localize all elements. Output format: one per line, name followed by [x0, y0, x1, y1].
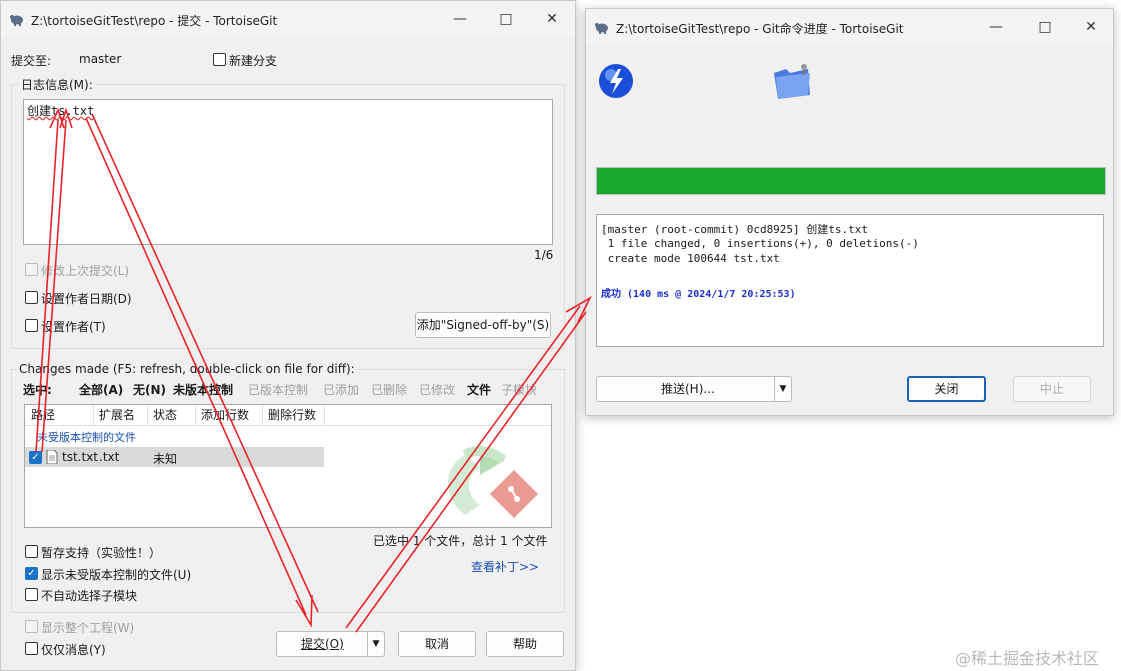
maximize-icon[interactable]: □	[1032, 15, 1058, 39]
column-added-lines[interactable]: 添加行数	[195, 405, 263, 425]
column-extension[interactable]: 扩展名	[93, 405, 148, 425]
globe-icon	[599, 64, 633, 98]
push-button-label: 推送(H)...	[661, 382, 715, 396]
file-row-checkbox[interactable]: ✓	[29, 451, 42, 464]
new-branch-checkbox[interactable]	[213, 53, 226, 66]
log-message-input[interactable]: 创建ts.txt	[23, 99, 553, 245]
file-row-extension: .txt	[99, 450, 120, 464]
close-button[interactable]: 关闭	[907, 376, 986, 402]
abort-button: 中止	[1013, 376, 1091, 402]
branch-name: master	[79, 52, 122, 66]
amend-label: 修改上次提交(L)	[41, 264, 130, 278]
set-author-checkbox[interactable]	[25, 319, 38, 332]
log-message-text: 创建ts.txt	[27, 104, 95, 118]
window-title: Z:\tortoiseGitTest\repo - 提交 - TortoiseG…	[31, 14, 278, 28]
progress-titlebar[interactable]: Z:\tortoiseGitTest\repo - Git命令进度 - Tort…	[586, 9, 1113, 45]
stash-support-checkbox[interactable]	[25, 545, 38, 558]
select-versioned: 已版本控制	[248, 383, 309, 397]
select-all[interactable]: 全部(A)	[79, 381, 123, 398]
commit-split-button[interactable]: 提交(O) ▼	[276, 631, 385, 657]
file-list-header: 路径 扩展名 状态 添加行数 删除行数	[25, 405, 551, 426]
show-unversioned-checkbox[interactable]: ✓	[25, 567, 38, 580]
amend-checkbox	[25, 263, 38, 276]
tortoisegit-watermark-logo	[448, 445, 539, 519]
set-author-date-checkbox[interactable]	[25, 291, 38, 304]
folder-icon	[774, 64, 810, 99]
message-only-checkbox[interactable]	[25, 642, 38, 655]
select-added: 已添加	[323, 383, 360, 397]
file-row[interactable]: ✓ tst.txt .txt 未知	[25, 447, 324, 467]
set-author-label: 设置作者(T)	[41, 320, 106, 334]
column-path[interactable]: 路径	[25, 405, 94, 425]
set-author-date-label: 设置作者日期(D)	[41, 292, 132, 306]
show-unversioned-label: 显示未受版本控制的文件(U)	[41, 568, 192, 582]
new-branch-label: 新建分支	[229, 54, 278, 68]
minimize-icon[interactable]: —	[447, 7, 473, 31]
select-filter-row: 选中: 全部(A) 无(N) 未版本控制 已版本控制 已添加 已删除 已修改 文…	[23, 381, 563, 397]
no-autoselect-submodules-checkbox[interactable]	[25, 588, 38, 601]
select-unversioned[interactable]: 未版本控制	[173, 381, 233, 398]
column-deleted-lines[interactable]: 删除行数	[262, 405, 325, 425]
file-list[interactable]: 路径 扩展名 状态 添加行数 删除行数 未受版本控制的文件 ✓ tst.txt …	[24, 404, 552, 528]
output-line-1: [master (root-commit) 0cd8925] 创建ts.txt	[601, 223, 869, 236]
view-patch-link[interactable]: 查看补丁>>	[471, 558, 539, 575]
tortoisegit-icon	[10, 15, 23, 26]
select-submodules: 子模块	[501, 383, 538, 397]
output-log[interactable]: [master (root-commit) 0cd8925] 创建ts.txt …	[596, 214, 1104, 347]
close-icon[interactable]: ✕	[1078, 15, 1104, 39]
file-row-status: 未知	[153, 452, 178, 466]
stash-support-label: 暂存支持（实验性！）	[41, 546, 162, 560]
select-label: 选中:	[23, 383, 52, 397]
commit-button-label: 提交(O)	[301, 637, 344, 651]
commit-titlebar[interactable]: Z:\tortoiseGitTest\repo - 提交 - TortoiseG…	[1, 1, 575, 37]
chevron-down-icon[interactable]: ▼	[774, 377, 791, 401]
progress-bar-fill	[597, 168, 1105, 194]
select-none[interactable]: 无(N)	[133, 381, 166, 398]
window-title: Z:\tortoiseGitTest\repo - Git命令进度 - Tort…	[616, 22, 904, 36]
show-whole-project-label: 显示整个工程(W)	[41, 621, 135, 635]
success-line: 成功 (140 ms @ 2024/1/7 20:25:53)	[601, 289, 796, 300]
maximize-icon[interactable]: □	[493, 7, 519, 31]
commit-to-label: 提交至:	[11, 54, 52, 68]
select-modified: 已修改	[419, 383, 456, 397]
select-deleted: 已删除	[371, 383, 408, 397]
file-row-name: tst.txt	[62, 450, 98, 464]
chevron-down-icon[interactable]: ▼	[367, 632, 384, 656]
output-line-3: create mode 100644 tst.txt	[601, 252, 780, 265]
line-counter: 1/6	[534, 248, 554, 262]
commit-window: Z:\tortoiseGitTest\repo - 提交 - TortoiseG…	[0, 0, 576, 671]
group-header-unversioned: 未受版本控制的文件	[37, 431, 136, 444]
text-file-icon	[46, 450, 58, 464]
selection-summary: 已选中 1 个文件，总计 1 个文件	[373, 534, 548, 548]
no-autoselect-submodules-label: 不自动选择子模块	[41, 589, 138, 603]
output-line-2: 1 file changed, 0 insertions(+), 0 delet…	[601, 237, 919, 250]
select-files[interactable]: 文件	[467, 381, 491, 398]
changes-label: Changes made (F5: refresh, double-click …	[17, 362, 357, 376]
show-whole-project-checkbox	[25, 620, 38, 633]
message-only-label: 仅仅消息(Y)	[41, 643, 106, 657]
help-button[interactable]: 帮助	[486, 631, 564, 657]
watermark: @稀土掘金技术社区	[955, 649, 1100, 668]
tortoisegit-icon	[595, 23, 608, 34]
log-message-label: 日志信息(M):	[19, 76, 95, 93]
signed-off-by-button[interactable]: 添加"Signed-off-by"(S)	[415, 312, 551, 338]
progress-window: Z:\tortoiseGitTest\repo - Git命令进度 - Tort…	[585, 8, 1114, 416]
column-status[interactable]: 状态	[147, 405, 196, 425]
push-split-button[interactable]: 推送(H)... ▼	[596, 376, 792, 402]
cancel-button[interactable]: 取消	[398, 631, 476, 657]
progress-bar	[596, 167, 1106, 195]
minimize-icon[interactable]: —	[983, 15, 1009, 39]
close-icon[interactable]: ✕	[539, 7, 565, 31]
